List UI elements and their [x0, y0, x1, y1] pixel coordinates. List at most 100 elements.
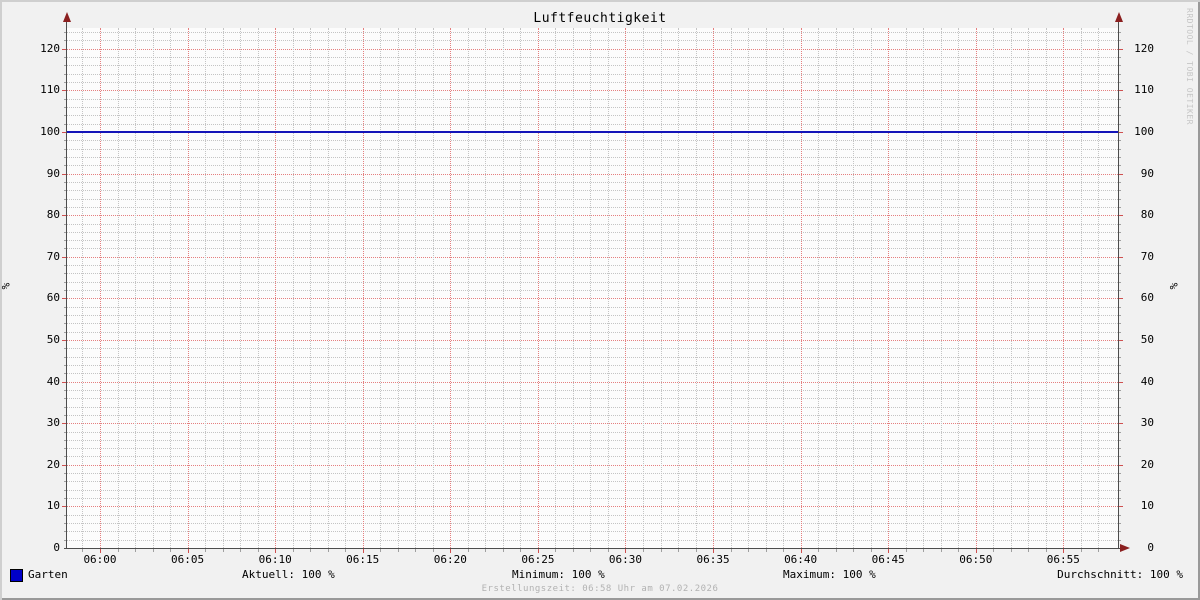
grid-line-minor-v	[818, 28, 819, 548]
grid-line-minor-h	[67, 448, 1118, 449]
x-axis-tick-label: 06:15	[341, 554, 385, 566]
x-axis-arrow-icon	[1120, 544, 1130, 552]
grid-line-minor-v	[871, 28, 872, 548]
grid-line-minor-h	[67, 323, 1118, 324]
grid-line-major-h	[67, 49, 1118, 50]
grid-line-minor-h	[67, 490, 1118, 491]
x-axis-minor-tick	[923, 549, 924, 552]
x-axis-tick-label: 06:40	[779, 554, 823, 566]
stat-durchschnitt: Durchschnitt: 100 %	[1057, 568, 1183, 581]
grid-line-minor-v	[118, 28, 119, 548]
grid-line-minor-h	[67, 199, 1118, 200]
grid-line-minor-v	[555, 28, 556, 548]
grid-line-minor-v	[696, 28, 697, 548]
y-axis-left-line	[66, 20, 67, 549]
grid-line-minor-v	[661, 28, 662, 548]
grid-line-minor-v	[608, 28, 609, 548]
rrdtool-watermark: RRDTOOL / TOBI OETIKER	[1185, 8, 1194, 125]
grid-line-minor-v	[503, 28, 504, 548]
x-axis-tick-label: 06:30	[603, 554, 647, 566]
grid-line-major-h	[67, 257, 1118, 258]
grid-line-minor-h	[67, 531, 1118, 532]
x-axis-minor-tick	[1098, 549, 1099, 552]
grid-line-minor-v	[766, 28, 767, 548]
x-axis-minor-tick	[293, 549, 294, 552]
grid-line-minor-h	[67, 407, 1118, 408]
grid-line-minor-v	[415, 28, 416, 548]
grid-line-major-h	[67, 298, 1118, 299]
grid-line-minor-h	[67, 315, 1118, 316]
grid-line-minor-h	[67, 99, 1118, 100]
x-axis-minor-tick	[696, 549, 697, 552]
grid-line-minor-h	[67, 115, 1118, 116]
grid-line-minor-v	[520, 28, 521, 548]
stat-minimum: Minimum: 100 %	[512, 568, 605, 581]
x-axis-minor-tick	[958, 549, 959, 552]
creation-time-note: Erstellungszeit: 06:58 Uhr am 07.02.2026	[0, 584, 1200, 594]
x-axis-minor-tick	[485, 549, 486, 552]
grid-line-minor-h	[67, 248, 1118, 249]
x-axis-tick-label: 06:45	[866, 554, 910, 566]
grid-line-minor-h	[67, 481, 1118, 482]
grid-line-minor-h	[67, 540, 1118, 541]
x-axis-minor-tick	[170, 549, 171, 552]
y-axis-left-arrow-icon	[63, 12, 71, 22]
grid-line-major-v	[275, 28, 276, 548]
grid-line-major-v	[976, 28, 977, 548]
stat-aktuell: Aktuell: 100 %	[242, 568, 335, 581]
grid-line-minor-v	[433, 28, 434, 548]
grid-line-major-v	[538, 28, 539, 548]
grid-line-minor-h	[67, 273, 1118, 274]
x-axis-minor-tick	[836, 549, 837, 552]
grid-line-minor-v	[783, 28, 784, 548]
y-axis-right-line	[1118, 20, 1119, 549]
x-axis-minor-tick	[503, 549, 504, 552]
grid-line-minor-v	[836, 28, 837, 548]
grid-line-minor-h	[67, 57, 1118, 58]
grid-line-minor-h	[67, 390, 1118, 391]
y-axis-tick-label-left: 100	[20, 126, 60, 138]
grid-line-minor-h	[67, 65, 1118, 66]
grid-line-minor-h	[67, 40, 1118, 41]
grid-line-minor-h	[67, 190, 1118, 191]
grid-line-minor-v	[82, 28, 83, 548]
grid-line-minor-h	[67, 32, 1118, 33]
grid-line-minor-v	[906, 28, 907, 548]
grid-line-major-v	[450, 28, 451, 548]
x-axis-minor-tick	[468, 549, 469, 552]
grid-line-minor-v	[1081, 28, 1082, 548]
x-axis-minor-tick	[240, 549, 241, 552]
y-axis-unit-label-left: %	[0, 283, 12, 290]
grid-line-major-v	[625, 28, 626, 548]
x-axis-minor-tick	[380, 549, 381, 552]
grid-line-minor-v	[135, 28, 136, 548]
x-axis-line	[64, 548, 1122, 549]
y-axis-unit-label-right: %	[1168, 283, 1180, 290]
x-axis-minor-tick	[82, 549, 83, 552]
x-axis-minor-tick	[993, 549, 994, 552]
x-axis-minor-tick	[1028, 549, 1029, 552]
grid-line-minor-v	[1028, 28, 1029, 548]
grid-line-major-h	[67, 174, 1118, 175]
grid-line-minor-v	[1046, 28, 1047, 548]
grid-line-minor-h	[67, 124, 1118, 125]
x-axis-minor-tick	[310, 549, 311, 552]
x-axis-tick-label: 06:50	[954, 554, 998, 566]
grid-line-minor-h	[67, 432, 1118, 433]
grid-line-minor-h	[67, 440, 1118, 441]
y-axis-tick-label-right: 60	[1114, 292, 1154, 304]
grid-line-minor-h	[67, 224, 1118, 225]
grid-line-minor-h	[67, 74, 1118, 75]
grid-line-major-v	[363, 28, 364, 548]
grid-line-minor-v	[678, 28, 679, 548]
grid-line-major-v	[713, 28, 714, 548]
grid-line-minor-h	[67, 473, 1118, 474]
grid-line-minor-h	[67, 456, 1118, 457]
grid-line-major-v	[801, 28, 802, 548]
grid-line-minor-h	[67, 232, 1118, 233]
grid-line-minor-v	[293, 28, 294, 548]
y-axis-tick-label-left: 30	[20, 417, 60, 429]
grid-line-minor-h	[67, 373, 1118, 374]
y-axis-tick-label-left: 0	[20, 542, 60, 554]
grid-line-minor-h	[67, 398, 1118, 399]
